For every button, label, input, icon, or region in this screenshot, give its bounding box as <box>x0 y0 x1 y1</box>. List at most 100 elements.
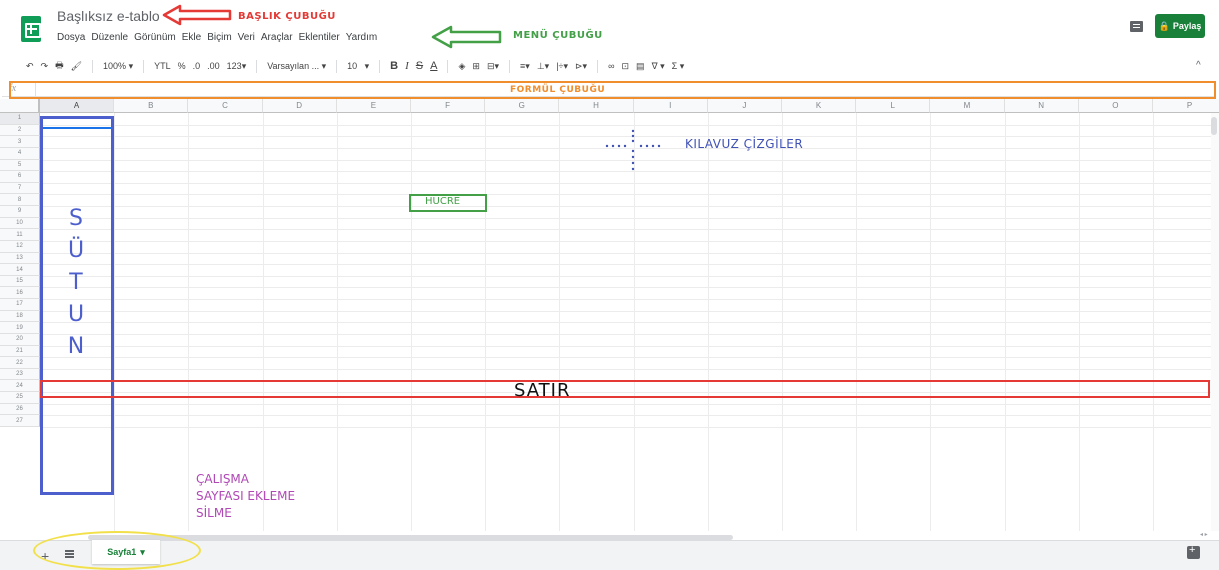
redo-icon[interactable]: ↷ <box>41 61 49 72</box>
text-color-button[interactable]: A <box>430 60 437 72</box>
row-header[interactable]: 19 <box>0 322 40 334</box>
insert-link-icon[interactable]: ∞ <box>608 61 614 71</box>
vertical-scrollbar-thumb[interactable] <box>1211 117 1217 135</box>
menu-veri[interactable]: Veri <box>238 32 255 43</box>
menu-eklentiler[interactable]: Eklentiler <box>299 32 340 43</box>
column-header[interactable]: P <box>1153 99 1219 113</box>
filter-icon[interactable]: ∇ ▾ <box>652 61 665 72</box>
column-header[interactable]: B <box>114 99 189 113</box>
column-header[interactable]: N <box>1004 99 1079 113</box>
menu-yardim[interactable]: Yardım <box>346 32 378 43</box>
column-header[interactable]: F <box>411 99 486 113</box>
row-header[interactable]: 2 <box>0 124 40 137</box>
row-header[interactable]: 1 <box>0 113 40 125</box>
column-header[interactable]: I <box>633 99 708 113</box>
sheets-logo-icon[interactable] <box>21 16 41 42</box>
row-header[interactable]: 14 <box>0 264 40 276</box>
row-header[interactable]: 7 <box>0 182 40 195</box>
print-icon[interactable]: 🖶 <box>55 58 64 74</box>
comment-history-icon[interactable] <box>1130 21 1143 32</box>
menu-dosya[interactable]: Dosya <box>57 32 85 43</box>
undo-icon[interactable]: ↶ <box>26 61 34 72</box>
grid-row-line <box>40 252 1212 254</box>
menu-bicim[interactable]: Biçim <box>207 32 231 43</box>
vertical-scrollbar-track[interactable] <box>1211 113 1219 531</box>
row-header[interactable]: 3 <box>0 136 40 148</box>
column-header[interactable]: K <box>782 99 857 113</box>
select-all-corner[interactable] <box>0 99 40 113</box>
italic-button[interactable]: I <box>405 60 409 72</box>
row-header[interactable]: 22 <box>0 357 40 369</box>
bold-button[interactable]: B <box>390 60 398 72</box>
column-header[interactable]: A <box>40 99 115 113</box>
column-header[interactable]: D <box>262 99 337 113</box>
row-header[interactable]: 20 <box>0 333 40 346</box>
text-wrap-icon[interactable]: |÷▾ <box>556 61 568 72</box>
borders-icon[interactable]: ⊞ <box>472 61 480 72</box>
row-header[interactable]: 25 <box>0 392 40 404</box>
row-header[interactable]: 16 <box>0 287 40 300</box>
row-header[interactable]: 18 <box>0 310 40 323</box>
insert-chart-icon[interactable]: ▤ <box>636 61 645 72</box>
increase-decimal-button[interactable]: .00 <box>207 61 220 71</box>
column-header[interactable]: C <box>188 99 263 113</box>
row-header[interactable]: 21 <box>0 345 40 358</box>
row-header[interactable]: 17 <box>0 299 40 311</box>
percent-format-button[interactable]: % <box>178 61 186 71</box>
row-header[interactable]: 8 <box>0 194 40 207</box>
explore-icon[interactable] <box>1187 544 1200 559</box>
row-header[interactable]: 11 <box>0 229 40 241</box>
row-header[interactable]: 10 <box>0 217 40 230</box>
grid-row-line <box>40 403 1212 405</box>
row-header[interactable]: 26 <box>0 403 40 416</box>
column-header[interactable]: J <box>707 99 782 113</box>
functions-icon[interactable]: Σ ▾ <box>672 61 685 72</box>
column-header[interactable]: M <box>930 99 1005 113</box>
currency-format-button[interactable]: YTL <box>154 61 171 71</box>
font-size-select[interactable]: 10 ▾ <box>347 61 369 72</box>
row-header[interactable]: 13 <box>0 252 40 265</box>
grid-row-line <box>40 322 1212 324</box>
row-header[interactable]: 27 <box>0 415 40 427</box>
column-header[interactable]: O <box>1078 99 1153 113</box>
row-header[interactable]: 15 <box>0 275 40 288</box>
menu-gorunum[interactable]: Görünüm <box>134 32 176 43</box>
row-header[interactable]: 5 <box>0 159 40 172</box>
fill-color-icon[interactable]: ◈ <box>458 61 465 72</box>
row-header[interactable]: 12 <box>0 240 40 253</box>
grid-row-line <box>40 240 1212 242</box>
menu-araclar[interactable]: Araçlar <box>261 32 293 43</box>
zoom-select[interactable]: 100% ▾ <box>103 61 133 72</box>
vertical-align-icon[interactable]: ⊥▾ <box>537 61 549 72</box>
column-letter: S <box>69 206 83 231</box>
merge-cells-icon[interactable]: ⊟▾ <box>487 61 499 72</box>
more-formats-select[interactable]: 123▾ <box>227 61 247 72</box>
row-header[interactable]: 23 <box>0 368 40 381</box>
horizontal-align-icon[interactable]: ≡▾ <box>520 61 530 72</box>
grid-row-line <box>40 275 1212 277</box>
column-header[interactable]: E <box>336 99 411 113</box>
menu-duzenle[interactable]: Düzenle <box>91 32 128 43</box>
document-title[interactable]: Başlıksız e-tablo <box>57 8 160 24</box>
decrease-decimal-button[interactable]: .0 <box>193 61 201 71</box>
row-header[interactable]: 9 <box>0 206 40 218</box>
collapse-toolbar-icon[interactable]: ^ <box>1196 60 1201 71</box>
strikethrough-button[interactable]: S <box>416 60 423 72</box>
grid-row-line <box>40 310 1212 312</box>
insert-comment-icon[interactable]: ⊡ <box>622 61 630 72</box>
share-button[interactable]: 🔒 Paylaş <box>1155 14 1205 38</box>
font-family-select[interactable]: Varsayılan ... ▾ <box>267 61 326 72</box>
column-header[interactable]: L <box>856 99 931 113</box>
paint-format-icon[interactable]: 🖌 <box>71 61 82 72</box>
column-header[interactable]: H <box>559 99 634 113</box>
text-rotation-icon[interactable]: ⊳▾ <box>575 61 587 72</box>
spreadsheet-grid[interactable]: A B C D E F G H I J K L M N O P 1 2 3 4 5 6 7 8 9 10 11 12 13 14 15 16 1… <box>0 99 1219 531</box>
column-header[interactable]: G <box>485 99 560 113</box>
row-header[interactable]: 6 <box>0 171 40 183</box>
row-header[interactable]: 4 <box>0 147 40 160</box>
sheet-annotation-line: SAYFASI EKLEME <box>196 489 296 503</box>
row-header[interactable]: 24 <box>0 380 40 393</box>
scroll-arrows-icon[interactable]: ◂ ▸ <box>1200 531 1208 538</box>
menu-ekle[interactable]: Ekle <box>182 32 201 43</box>
grid-row-line <box>40 427 1212 428</box>
